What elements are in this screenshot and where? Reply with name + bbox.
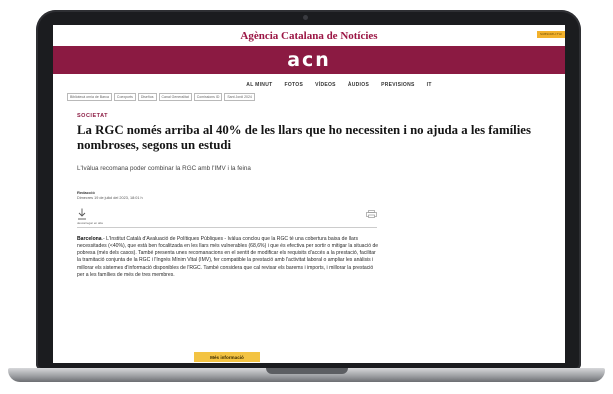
acn-logo[interactable]: acn [287,49,331,71]
nav-item-audios[interactable]: ÀUDIOS [348,82,369,88]
tag-chip[interactable]: Canal Generalitat [158,93,192,101]
download-caption: descarregar en alta [77,221,103,225]
nav-item-it[interactable]: IT [427,82,432,88]
article-subtitle: L'Ivàlua recomana poder combinar la RGC … [77,165,251,172]
laptop-base [8,368,605,382]
article-location: Barcelona [77,235,102,242]
nav-item-videos[interactable]: VÍDEOS [315,82,336,88]
tag-chips: Bibliotecà ornia de Barca Coexports Dise… [67,93,565,101]
divider [77,227,377,228]
site-header: Agència Catalana de Notícies SUBSCRIU-T'… [53,25,565,46]
main-nav: AL MINUT FOTOS VÍDEOS ÀUDIOS PREVISIONS … [53,74,565,91]
tag-chip[interactable]: Sant Jordi 2024 [224,93,255,101]
brand-bar: acn [53,46,565,74]
article: SOCIETAT La RGC només arriba al 40% de l… [53,113,565,279]
tag-chip[interactable]: Diseños [137,93,157,101]
byline-date: Dimecres 19 de juliol del 2023, 18:01 h [77,196,143,200]
laptop-screen: Agència Catalana de Notícies SUBSCRIU-T'… [53,25,565,363]
download-icon[interactable] [77,208,87,220]
section-label[interactable]: SOCIETAT [77,113,551,119]
nav-item-al-minut[interactable]: AL MINUT [246,82,272,88]
article-headline: La RGC només arriba al 40% de les llars … [77,123,531,152]
byline-author: Redacció [77,190,95,195]
tag-chip[interactable]: Coexports [113,93,136,101]
nav-item-previsions[interactable]: PREVISIONS [381,82,415,88]
webcam [303,15,308,20]
agency-name[interactable]: Agència Catalana de Notícies [240,30,377,42]
article-tools: descarregar en alta [77,208,377,226]
tag-chip[interactable]: Comissions ID [193,93,223,101]
subscribe-badge[interactable]: SUBSCRIU-T'HI [537,31,565,38]
byline: Redacció Dimecres 19 de juliol del 2023,… [77,190,551,200]
nav-item-fotos[interactable]: FOTOS [284,82,303,88]
more-info-button[interactable]: Més informació [194,352,260,362]
article-body: Barcelona.- L'Institut Català d'Avaluaci… [77,236,380,280]
article-body-text: .- L'Institut Català d'Avaluació de Polí… [77,235,379,279]
print-icon[interactable] [366,210,377,218]
laptop-base-notch [266,368,348,374]
tag-chip[interactable]: Bibliotecà ornia de Barca [67,93,112,101]
